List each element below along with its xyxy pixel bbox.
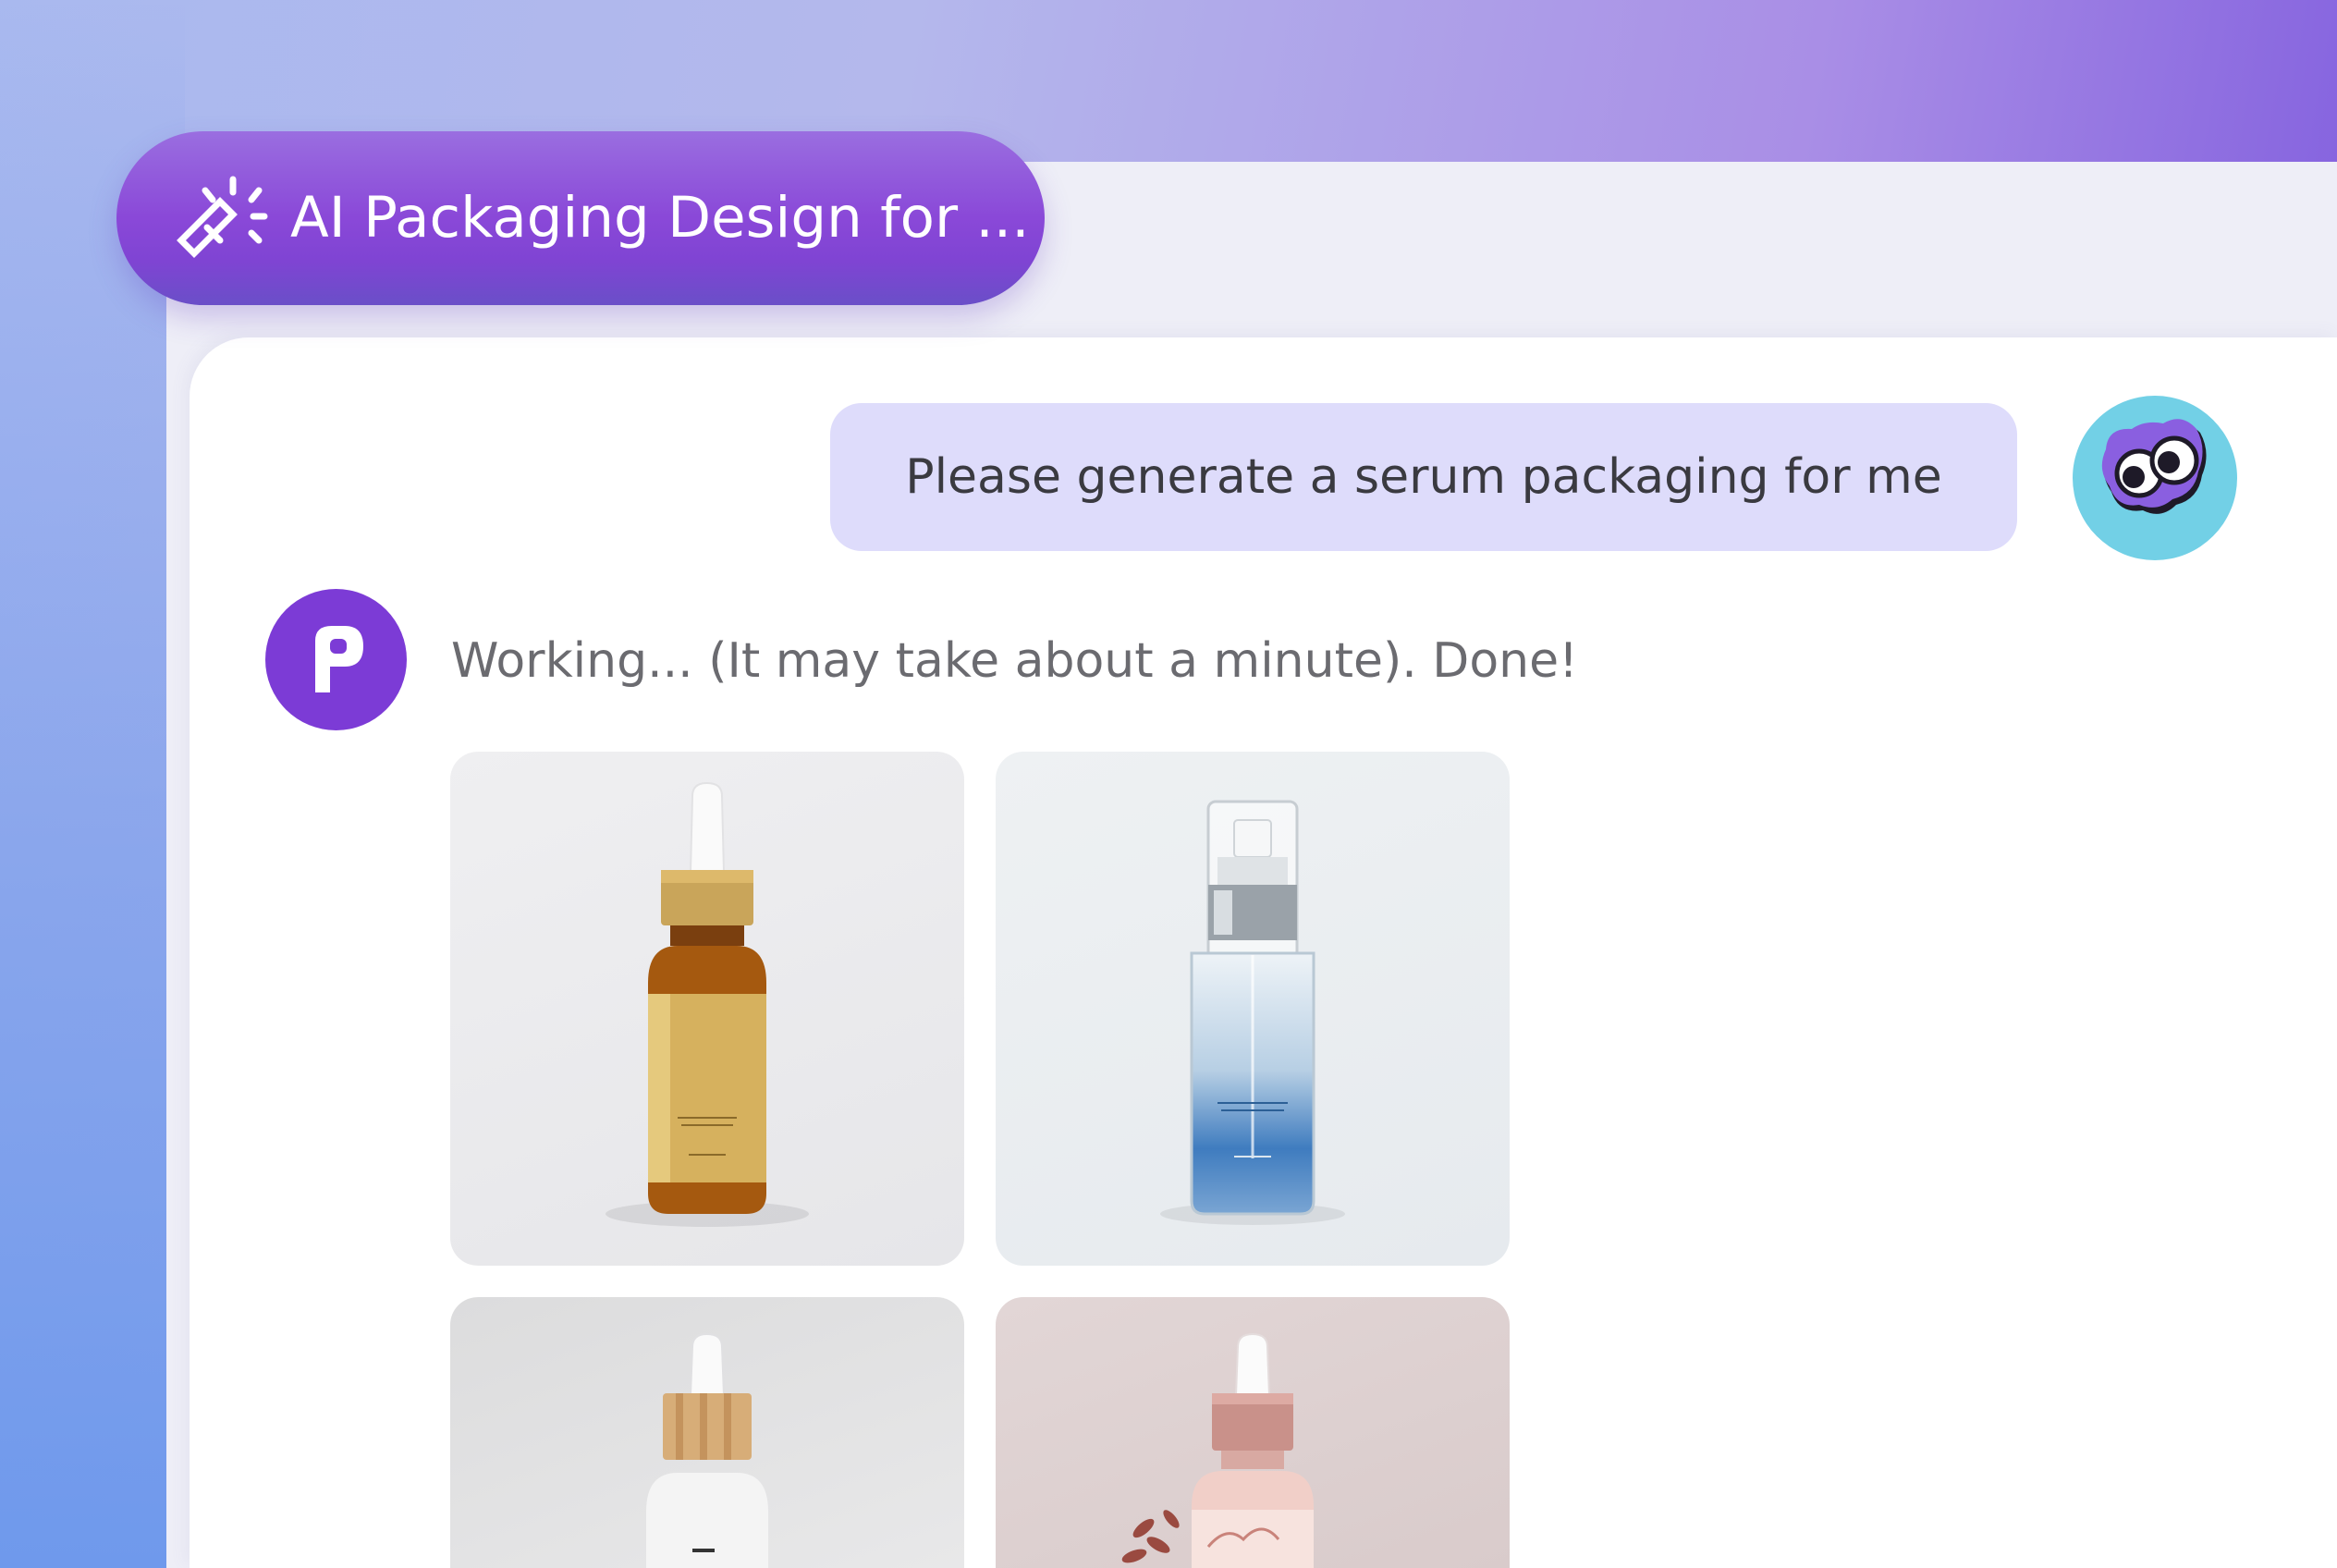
assistant-logo-icon xyxy=(315,626,363,692)
pink-dropper-bottle-icon xyxy=(1121,1332,1314,1568)
user-avatar[interactable] xyxy=(2073,396,2237,560)
blue-pump-bottle-icon xyxy=(1160,800,1345,1225)
cartoon-eyes-icon xyxy=(2101,419,2207,514)
conversation-title: AI Packaging Design for ... xyxy=(290,185,1030,251)
white-dropper-bottle-icon xyxy=(646,1332,768,1568)
magic-wand-icon xyxy=(177,176,268,258)
result-image-pink-serum[interactable] xyxy=(996,1297,1510,1568)
user-message-text: Please generate a serum packaging for me xyxy=(905,449,1942,505)
conversation-title-pill[interactable]: AI Packaging Design for ... xyxy=(116,131,1045,305)
amber-dropper-bottle-icon xyxy=(606,781,809,1227)
assistant-avatar xyxy=(265,589,407,730)
result-image-white-serum[interactable] xyxy=(450,1297,964,1568)
user-message-bubble: Please generate a serum packaging for me xyxy=(830,403,2017,551)
result-image-amber-serum[interactable] xyxy=(450,752,964,1266)
assistant-status-text: Working... (It may take about a minute).… xyxy=(451,633,1578,689)
result-image-blue-pump-serum[interactable] xyxy=(996,752,1510,1266)
